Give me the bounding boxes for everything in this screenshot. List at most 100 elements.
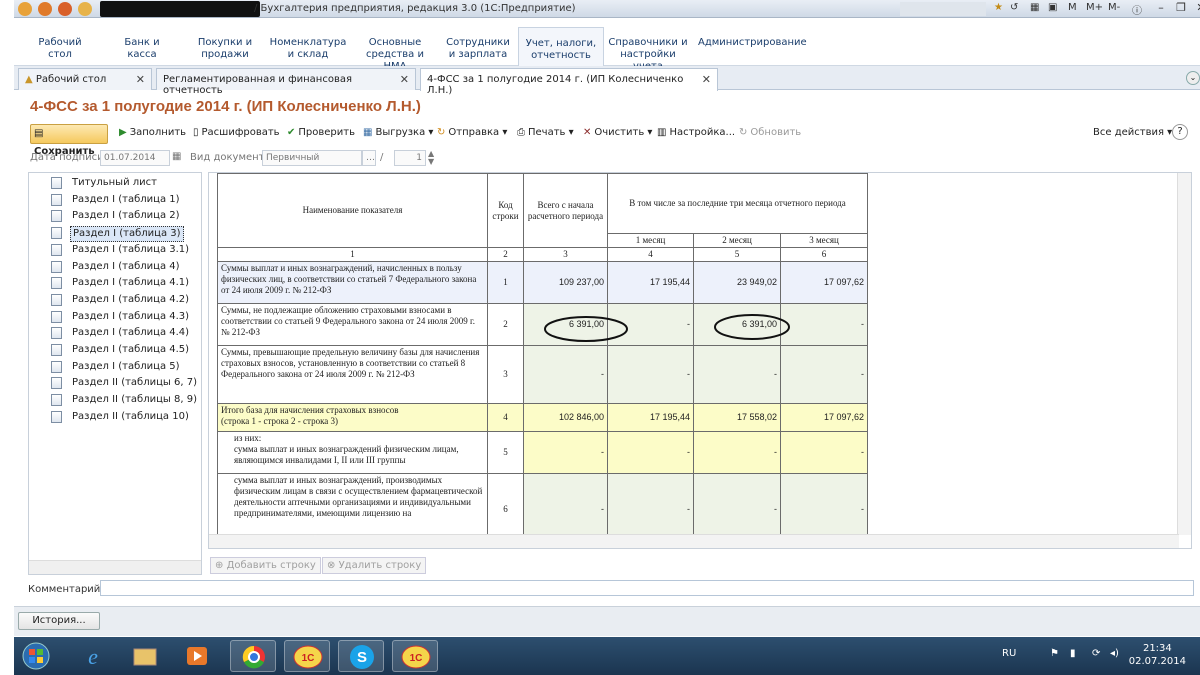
tree-item-label: Раздел I (таблица 4.2)	[72, 293, 190, 305]
start-button[interactable]	[18, 640, 54, 672]
calendar-icon[interactable]: ▣	[1048, 2, 1057, 13]
section-desktop[interactable]: Рабочий стол	[28, 37, 92, 61]
doc-type-field[interactable]: Первичный	[262, 150, 362, 166]
volume-icon[interactable]: ◂)	[1110, 648, 1119, 659]
info-icon[interactable]: ⓘ	[1132, 2, 1142, 17]
section-bank[interactable]: Банк и касса	[110, 37, 174, 61]
title-toolbar-icons[interactable]	[900, 2, 986, 16]
send-label: Отправка	[448, 127, 500, 138]
calculator-icon[interactable]: ▦	[1030, 2, 1039, 13]
app-logo-icon[interactable]	[18, 2, 32, 16]
section-nomenclature[interactable]: Номенклатура и склад	[268, 37, 348, 61]
document-icon	[51, 210, 62, 223]
chevron-down-icon[interactable]: ⌄	[1186, 71, 1200, 85]
window-title: / Бухгалтерия предприятия, редакция 3.0 …	[254, 3, 576, 14]
fill-button[interactable]: ▶ Заполнить	[116, 124, 189, 144]
number-stepper[interactable]: ▲ ▼	[428, 150, 434, 166]
tab-label: Регламентированная и финансовая отчетнос…	[163, 74, 352, 96]
decode-icon: ▯	[193, 127, 199, 138]
print-icon: ⎙	[517, 127, 525, 138]
history-icon[interactable]: ↺	[1010, 2, 1018, 13]
section-label: Покупки и продажи	[197, 37, 253, 60]
clear-button[interactable]: ✕ Очистить ▾	[580, 124, 655, 144]
annotation-layer	[544, 314, 790, 342]
back-icon[interactable]	[58, 2, 72, 16]
tab-reports[interactable]: Регламентированная и финансовая отчетнос…	[156, 68, 416, 96]
close-tab-icon[interactable]: ✕	[702, 73, 711, 86]
send-button[interactable]: ↻ Отправка ▾	[434, 124, 510, 144]
add-row-button[interactable]: ⊕ Добавить строку	[210, 557, 321, 574]
restore-button[interactable]: ❐	[1170, 1, 1192, 16]
close-tab-icon[interactable]: ✕	[400, 73, 409, 86]
network-icon[interactable]: ▮	[1070, 648, 1076, 659]
minimize-button[interactable]: –	[1150, 1, 1172, 16]
correction-number-field[interactable]: 1	[394, 150, 426, 166]
comment-input[interactable]	[100, 580, 1194, 596]
refresh-button[interactable]: ↻ Обновить	[736, 124, 804, 144]
file-explorer-icon[interactable]	[122, 640, 168, 672]
tab-fss-report[interactable]: 4-ФСС за 1 полугодие 2014 г. (ИП Колесни…	[420, 68, 718, 96]
all-actions-label: Все действия	[1093, 127, 1164, 138]
close-button[interactable]: ✕	[1190, 1, 1200, 16]
section-purchases[interactable]: Покупки и продажи	[190, 37, 260, 61]
tree-item-label: Раздел II (таблицы 6, 7)	[72, 377, 197, 389]
skype-icon[interactable]: S	[338, 640, 384, 672]
update-icon[interactable]: ⟳	[1092, 648, 1100, 659]
delete-row-button[interactable]: ⊗ Удалить строку	[322, 557, 427, 574]
star-icon[interactable]: ★	[994, 2, 1003, 13]
memory-minus-button[interactable]: M-	[1108, 2, 1120, 13]
check-label: Проверить	[298, 127, 355, 138]
internet-explorer-icon[interactable]: e	[70, 640, 116, 672]
close-tab-icon[interactable]: ✕	[136, 73, 145, 86]
close-icon: ✕	[583, 127, 592, 138]
1c-app-icon[interactable]: 1С	[392, 640, 438, 672]
tree-item-label: Титульный лист	[72, 177, 157, 188]
all-actions-button[interactable]: Все действия ▾	[1090, 124, 1175, 144]
system-clock[interactable]: 21:34 02.07.2014	[1129, 642, 1186, 668]
history-button[interactable]: История...	[18, 612, 100, 630]
document-icon	[51, 177, 62, 189]
section-admin[interactable]: Администрирование	[698, 37, 807, 49]
status-bar	[14, 606, 1200, 636]
home-icon: ▲	[25, 74, 33, 85]
menu-icon[interactable]	[38, 2, 52, 16]
document-icon	[51, 260, 62, 273]
help-icon[interactable]: ?	[1172, 124, 1188, 140]
section-staff[interactable]: Сотрудники и зарплата	[446, 37, 510, 61]
export-icon: ▦	[363, 127, 373, 138]
calendar-icon[interactable]: ▦	[172, 151, 181, 162]
chrome-icon[interactable]	[230, 640, 276, 672]
language-indicator[interactable]: RU	[1002, 648, 1016, 659]
check-button[interactable]: ✔ Проверить	[284, 124, 358, 144]
media-player-icon[interactable]	[174, 640, 220, 672]
send-icon: ↻	[437, 127, 446, 138]
doc-type-select-button[interactable]: …	[362, 150, 376, 166]
tree-item-label: Раздел I (таблица 4)	[72, 260, 180, 272]
section-label: Банк и касса	[124, 37, 160, 60]
document-icon	[51, 360, 62, 373]
decode-button[interactable]: ▯ Расшифровать	[190, 124, 283, 144]
memory-m-button[interactable]: M	[1068, 2, 1077, 13]
1c-app-icon[interactable]: 1С	[284, 640, 330, 672]
print-button[interactable]: ⎙ Печать ▾	[514, 124, 577, 144]
horizontal-scrollbar[interactable]	[209, 534, 1179, 548]
refresh-icon: ↻	[739, 127, 748, 138]
tab-desktop[interactable]: ▲ Рабочий стол ✕	[18, 68, 152, 90]
favorites-icon[interactable]	[78, 2, 92, 16]
settings-button[interactable]: ▥ Настройка...	[654, 124, 738, 144]
tree-item-label: Раздел I (таблица 4.3)	[72, 310, 190, 322]
sign-date-field[interactable]: 01.07.2014	[100, 150, 170, 166]
flag-icon[interactable]: ⚑	[1050, 648, 1059, 659]
document-icon	[51, 277, 62, 290]
clock-time: 21:34	[1142, 643, 1172, 654]
delete-icon: ⊗	[327, 560, 336, 571]
svg-text:S: S	[357, 649, 367, 666]
section-accounting[interactable]: Учет, налоги, отчетность	[518, 27, 604, 66]
section-label: Сотрудники и зарплата	[446, 37, 510, 60]
memory-plus-button[interactable]: M+	[1086, 2, 1103, 13]
save-button[interactable]: ▤Сохранить	[30, 124, 108, 157]
sign-date-label: Дата подписи:	[30, 152, 108, 163]
export-button[interactable]: ▦ Выгрузка ▾	[360, 124, 436, 144]
tree-horizontal-scrollbar[interactable]	[29, 560, 201, 574]
vertical-scrollbar[interactable]	[1177, 173, 1191, 535]
